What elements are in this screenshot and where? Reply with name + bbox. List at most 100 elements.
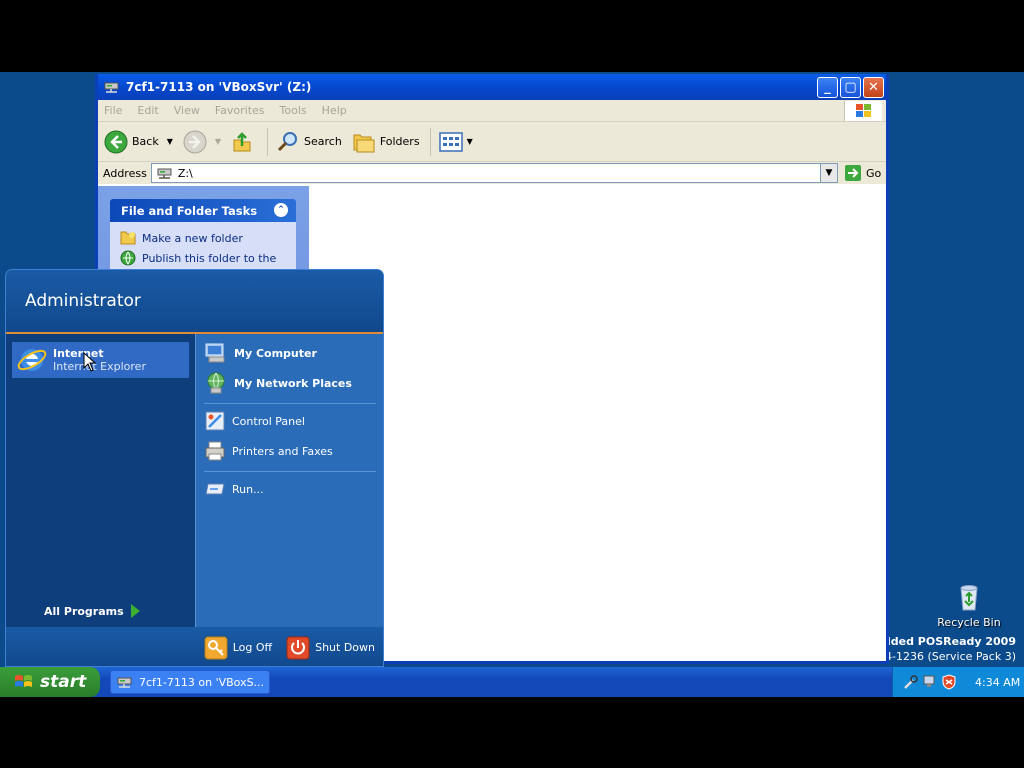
forward-button[interactable]: ▼ [183, 130, 221, 154]
windows-flag-icon [844, 101, 882, 121]
folders-button[interactable]: Folders [352, 131, 420, 153]
power-icon [286, 636, 310, 659]
start-label: start [40, 672, 87, 692]
menu-help[interactable]: Help [322, 104, 347, 117]
folders-label: Folders [379, 135, 420, 148]
menu-tools[interactable]: Tools [280, 104, 307, 117]
address-dropdown-icon[interactable]: ▼ [820, 164, 837, 182]
run-icon [205, 483, 225, 495]
network-places-icon [207, 372, 225, 394]
all-programs-label: All Programs [44, 604, 124, 618]
log-off-key-icon [204, 636, 228, 659]
forward-arrow-icon [183, 130, 207, 153]
log-off-button[interactable]: Log Off [204, 636, 272, 660]
my-computer-label: My Computer [234, 346, 317, 360]
task-make-new-folder-label: Make a new folder [142, 231, 243, 245]
toolbar-separator [267, 127, 269, 156]
toolbar-separator [429, 127, 431, 156]
start-menu-footer: Log Off Shut Down [6, 627, 383, 666]
folders-icon [353, 134, 375, 152]
mouse-cursor-icon [83, 352, 97, 372]
run-item[interactable]: Run... [204, 478, 264, 500]
tasks-header[interactable]: File and Folder Tasks ⌃ [110, 199, 296, 222]
clock[interactable]: 4:34 AM [975, 676, 1020, 689]
start-menu-right-pane: My Computer My Network Places Control Pa… [195, 334, 383, 627]
maximize-button[interactable]: ▢ [840, 77, 861, 98]
views-button[interactable]: ▼ [438, 131, 473, 152]
start-menu-header: Administrator [6, 270, 383, 334]
my-computer-icon [205, 343, 225, 363]
menu-edit[interactable]: Edit [137, 104, 158, 117]
my-computer-item[interactable]: My Computer [204, 342, 317, 364]
up-folder-button[interactable] [231, 130, 257, 154]
tasks-header-label: File and Folder Tasks [121, 203, 258, 218]
back-label: Back [132, 135, 159, 148]
task-publish-folder[interactable]: Publish this folder to the [120, 248, 286, 268]
desktop[interactable]: Recycle Bin nbedded POSReady 2009 314-12… [0, 72, 1024, 697]
control-panel-icon [205, 411, 225, 431]
all-programs-button[interactable]: All Programs [44, 604, 140, 618]
forward-dropdown-icon[interactable]: ▼ [215, 137, 221, 146]
task-publish-folder-label: Publish this folder to the [142, 251, 277, 265]
address-label: Address [103, 166, 147, 180]
tray-security-shield-icon[interactable] [941, 674, 957, 690]
shut-down-label: Shut Down [315, 641, 375, 654]
network-drive-icon [117, 677, 132, 688]
start-button[interactable]: start [0, 667, 100, 697]
shut-down-button[interactable]: Shut Down [286, 636, 375, 660]
back-arrow-icon [104, 130, 128, 153]
start-menu: Administrator Internet Internet Explorer [5, 269, 384, 667]
task-make-new-folder[interactable]: Make a new folder [120, 228, 286, 248]
pinned-subtitle: Internet Explorer [53, 360, 146, 373]
close-button[interactable]: ✕ [863, 77, 884, 98]
recycle-bin-label: Recycle Bin [937, 616, 1001, 629]
tray-tool-icon[interactable] [903, 674, 919, 690]
back-dropdown-icon[interactable]: ▼ [167, 137, 173, 146]
menu-view[interactable]: View [174, 104, 200, 117]
tray-network-icon[interactable] [922, 674, 938, 690]
up-folder-icon [233, 131, 251, 151]
windows-logo-icon [15, 675, 32, 687]
printer-icon [205, 441, 225, 461]
collapse-chevron-icon[interactable]: ⌃ [274, 203, 288, 217]
taskbar-explorer-button[interactable]: 7cf1-7113 on 'VBoxS... [110, 670, 270, 694]
taskbar: start 7cf1-7113 on 'VBoxS... 4:34 AM [0, 667, 1024, 697]
search-button[interactable]: Search [276, 130, 342, 154]
user-name: Administrator [25, 291, 141, 311]
my-network-places-label: My Network Places [234, 376, 352, 390]
views-dropdown-icon[interactable]: ▼ [467, 137, 473, 146]
menu-file[interactable]: File [104, 104, 122, 117]
all-programs-arrow-icon [130, 604, 140, 618]
window-titlebar[interactable]: 7cf1-7113 on 'VBoxSvr' (Z:) _ ▢ ✕ [98, 74, 886, 100]
system-tray: 4:34 AM [892, 667, 1024, 697]
printers-faxes-label: Printers and Faxes [232, 444, 333, 458]
go-button[interactable]: Go [838, 164, 886, 182]
address-input[interactable]: Z:\ ▼ [150, 163, 838, 183]
menu-favorites[interactable]: Favorites [215, 104, 265, 117]
minimize-button[interactable]: _ [817, 77, 838, 98]
control-panel-label: Control Panel [232, 414, 305, 428]
control-panel-item[interactable]: Control Panel [204, 410, 305, 432]
back-button[interactable]: Back ▼ [104, 130, 173, 154]
search-label: Search [304, 135, 342, 148]
address-value: Z:\ [177, 166, 193, 180]
menu-bar: File Edit View Favorites Tools Help [98, 100, 886, 122]
file-folder-tasks-box: File and Folder Tasks ⌃ Make a new folde… [110, 199, 296, 274]
taskbar-explorer-label: 7cf1-7113 on 'VBoxS... [139, 675, 265, 689]
views-icon [438, 131, 463, 152]
window-title: 7cf1-7113 on 'VBoxSvr' (Z:) [126, 80, 312, 94]
printers-faxes-item[interactable]: Printers and Faxes [204, 440, 333, 462]
publish-web-icon [120, 250, 136, 266]
new-folder-icon [120, 231, 136, 245]
my-network-places-item[interactable]: My Network Places [204, 372, 352, 394]
menu-separator [204, 403, 376, 404]
network-drive-icon [104, 82, 119, 93]
search-icon [277, 131, 298, 151]
screen: Recycle Bin nbedded POSReady 2009 314-12… [0, 0, 1024, 768]
address-bar: Address Z:\ ▼ Go [98, 162, 886, 184]
run-label: Run... [232, 482, 264, 496]
tasks-list: Make a new folder Publish this folder to… [110, 222, 296, 274]
recycle-bin-shortcut[interactable]: Recycle Bin [934, 582, 1004, 629]
recycle-bin-icon [954, 582, 984, 612]
pinned-internet-explorer[interactable]: Internet Internet Explorer [12, 342, 189, 378]
